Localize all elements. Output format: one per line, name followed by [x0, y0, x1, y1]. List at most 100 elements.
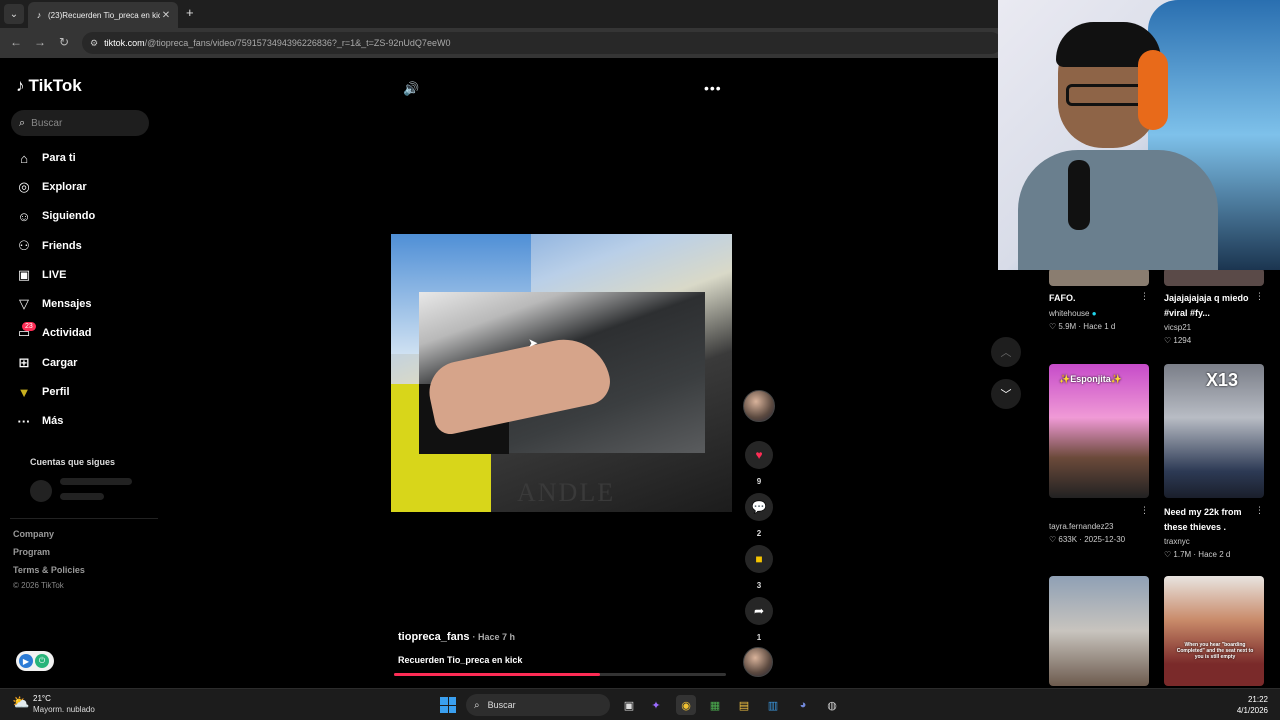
- like-count: 9: [756, 477, 762, 486]
- video-card-stats: ♡ 1294: [1164, 336, 1192, 345]
- chevron-up-icon: ︿: [1000, 347, 1012, 359]
- streamer-body: [1018, 150, 1218, 270]
- sidebar-item-mensajes[interactable]: ▽ Mensajes: [16, 293, 92, 315]
- sidebar-item-perfil[interactable]: ▼ Perfil: [16, 381, 70, 403]
- app-toggle[interactable]: ▶ ⏻: [16, 651, 54, 671]
- skeleton-avatar: [30, 480, 52, 502]
- video-card-title[interactable]: FAFO.: [1049, 291, 1139, 306]
- tiktok-logo[interactable]: ♪ TikTok: [16, 76, 82, 96]
- more-options-button[interactable]: •••: [704, 80, 722, 96]
- volume-button[interactable]: 🔊: [403, 81, 419, 97]
- sidebar-item-label: Para ti: [42, 152, 76, 164]
- site-info-icon[interactable]: ⚙: [90, 38, 98, 49]
- card-menu-icon[interactable]: ⋮: [1140, 291, 1149, 302]
- share-count: 1: [756, 633, 762, 642]
- share-button[interactable]: ➦: [745, 597, 773, 625]
- card-menu-icon[interactable]: ⋮: [1140, 505, 1149, 516]
- video-card-user[interactable]: traxnyc: [1164, 537, 1190, 546]
- heart-icon: ♥: [755, 448, 763, 462]
- like-button[interactable]: ♥: [745, 441, 773, 469]
- copilot-icon[interactable]: ✦: [646, 695, 666, 715]
- video-card-user[interactable]: whitehouse ●: [1049, 309, 1097, 318]
- search-input[interactable]: ⌕ Buscar: [11, 110, 149, 136]
- search-placeholder: Buscar: [31, 117, 63, 129]
- weather-description[interactable]: Mayorm. nublado: [33, 705, 95, 714]
- next-video-button[interactable]: ﹀: [991, 379, 1021, 409]
- webcam-overlay: [998, 0, 1280, 270]
- sidebar-item-cargar[interactable]: ⊞ Cargar: [16, 352, 78, 374]
- sidebar-item-label: Mensajes: [42, 298, 92, 310]
- discord-icon[interactable]: ◕: [793, 695, 813, 715]
- start-button[interactable]: [440, 697, 456, 713]
- address-bar[interactable]: ⚙ tiktok.com/@tiopreca_fans/video/759157…: [82, 32, 1002, 54]
- friends-icon: ⚇: [18, 238, 30, 253]
- video-card-user[interactable]: vicsp21: [1164, 323, 1191, 332]
- video-thumbnail[interactable]: [1049, 268, 1149, 286]
- author-name[interactable]: tiopreca_fans: [398, 631, 470, 643]
- back-button[interactable]: ←: [8, 35, 24, 49]
- sidebar-divider: [10, 518, 158, 519]
- sidebar-item-label: LIVE: [42, 269, 67, 281]
- url-host: tiktok.com: [104, 38, 145, 48]
- forward-button[interactable]: →: [32, 35, 48, 49]
- clock-time: 21:22: [1247, 695, 1268, 704]
- sidebar-item-friends[interactable]: ⚇ Friends: [16, 235, 82, 257]
- sidebar-item-live[interactable]: ▣ LIVE: [16, 264, 67, 286]
- video-card-stats: ♡ 1.7M · Hace 2 d: [1164, 550, 1231, 559]
- save-button[interactable]: ■: [745, 545, 773, 573]
- video-author[interactable]: tiopreca_fans · Hace 7 h: [398, 631, 515, 643]
- weather-temperature[interactable]: 21°C: [33, 694, 51, 703]
- comment-button[interactable]: 💬: [745, 493, 773, 521]
- card-menu-icon[interactable]: ⋮: [1255, 291, 1264, 302]
- sidebar-item-explorar[interactable]: ◎ Explorar: [16, 176, 86, 198]
- file-explorer-icon[interactable]: ▤: [734, 695, 754, 715]
- previous-video-button[interactable]: ︿: [991, 337, 1021, 367]
- video-progress-bar[interactable]: [394, 673, 726, 676]
- taskbar-search[interactable]: ⌕ Buscar: [466, 694, 610, 716]
- footer-link-company[interactable]: Company: [13, 529, 54, 539]
- card-username[interactable]: whitehouse: [1049, 309, 1089, 318]
- sidebar-item-label: Más: [42, 415, 64, 427]
- video-card-title[interactable]: Jajajajajaja q miedo #viral #fy...: [1164, 291, 1254, 321]
- sidebar-item-siguiendo[interactable]: ☺ Siguiendo: [16, 205, 95, 227]
- mouse-cursor-icon: ➤: [528, 336, 539, 350]
- footer-link-program[interactable]: Program: [13, 547, 50, 557]
- system-clock[interactable]: 21:22 4/1/2026: [1237, 694, 1268, 716]
- sidebar-item-para-ti[interactable]: ⌂ Para ti: [16, 147, 76, 169]
- share-icon: ➦: [753, 604, 765, 618]
- weather-icon[interactable]: ⛅: [12, 694, 29, 711]
- sidebar-item-mas[interactable]: ··· Más: [16, 410, 64, 432]
- video-player[interactable]: ANDLE: [391, 234, 732, 512]
- activity-count-badge: 23: [22, 322, 36, 331]
- skeleton-line: [60, 478, 132, 485]
- skeleton-line: [60, 493, 104, 500]
- card-menu-icon[interactable]: ⋮: [1255, 505, 1264, 516]
- comment-count: 2: [756, 529, 762, 538]
- search-icon: ⌕: [19, 116, 26, 129]
- video-card-user[interactable]: tayra.fernandez23: [1049, 522, 1114, 531]
- video-card-stats: ♡ 633K · 2025-12-30: [1049, 535, 1126, 544]
- minecraft-icon[interactable]: ▦: [705, 695, 725, 715]
- tab-search-button[interactable]: ⌄: [4, 4, 24, 24]
- close-tab-icon[interactable]: ✕: [160, 10, 172, 21]
- video-card-title[interactable]: Need my 22k from these thieves .: [1164, 505, 1254, 535]
- steam-icon[interactable]: ◍: [822, 695, 842, 715]
- video-thumbnail[interactable]: [1164, 268, 1264, 286]
- sound-avatar[interactable]: [743, 647, 773, 677]
- video-watermark: ANDLE: [517, 478, 616, 507]
- reload-button[interactable]: ↻: [56, 35, 72, 49]
- browser-tab[interactable]: ♪ (23)Recuerden Tio_preca en kick ✕: [28, 2, 178, 28]
- video-thumbnail[interactable]: When you hear "boarding Completed" and t…: [1164, 576, 1264, 686]
- video-thumbnail[interactable]: X13: [1164, 364, 1264, 498]
- chevron-down-icon: ﹀: [1000, 389, 1012, 401]
- new-tab-button[interactable]: +: [186, 5, 194, 20]
- video-thumbnail[interactable]: ✨Esponjita✨: [1049, 364, 1149, 498]
- creator-avatar[interactable]: [743, 390, 775, 422]
- chrome-icon[interactable]: ◉: [676, 695, 696, 715]
- comment-icon: 💬: [751, 500, 767, 514]
- video-thumbnail[interactable]: [1049, 576, 1149, 686]
- footer-link-terms[interactable]: Terms & Policies: [13, 565, 85, 575]
- store-icon[interactable]: ▥: [763, 695, 783, 715]
- task-view-icon[interactable]: ▣: [619, 695, 639, 715]
- microphone: [1068, 160, 1090, 230]
